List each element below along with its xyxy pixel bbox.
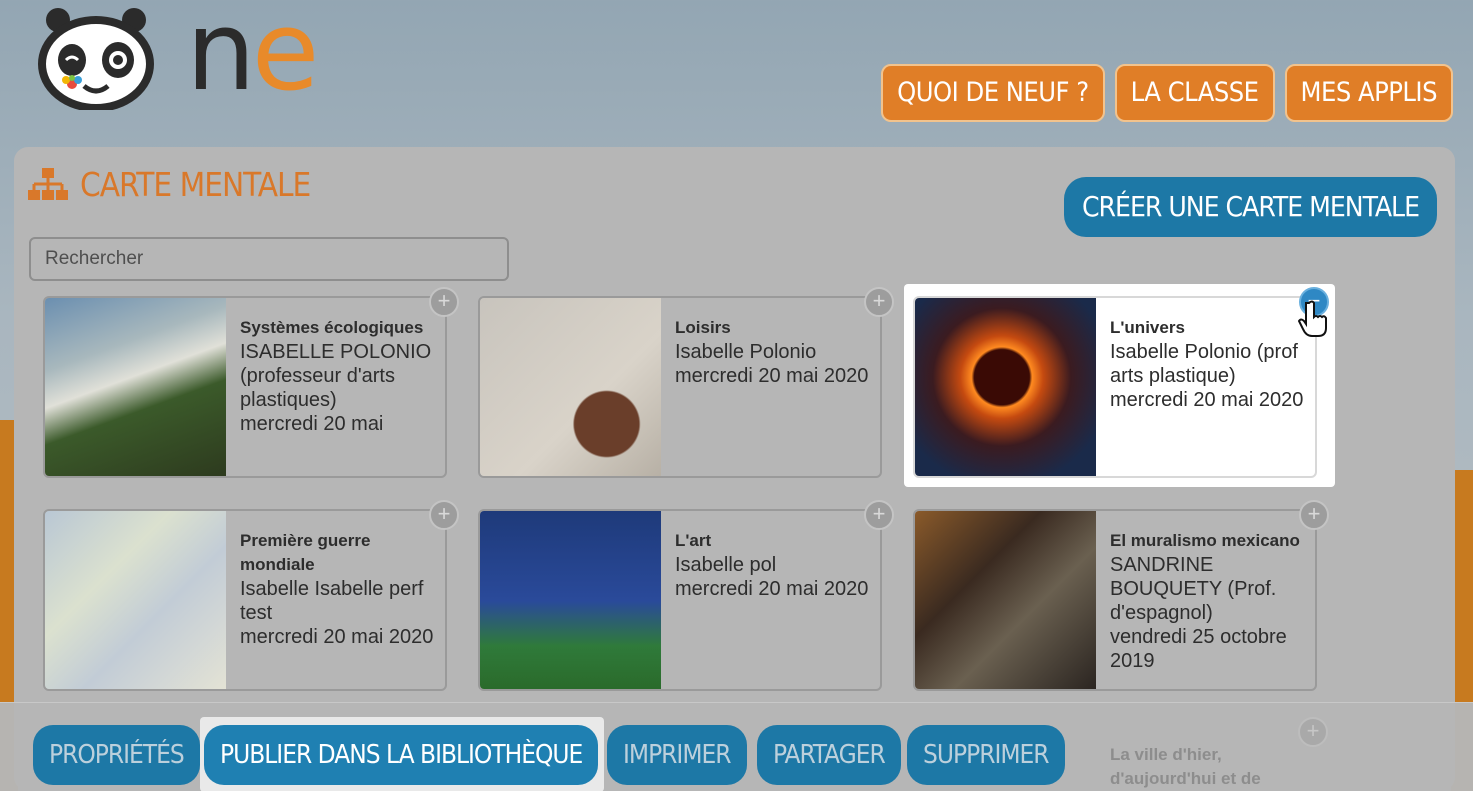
- card-title: L'univers: [1110, 318, 1185, 337]
- card-date: mercredi 20 mai: [240, 413, 384, 435]
- card-info: Systèmes écologiques ISABELLE POLONIO (p…: [240, 316, 440, 436]
- mindmap-card-systemes-ecologiques[interactable]: Systèmes écologiques ISABELLE POLONIO (p…: [43, 296, 447, 478]
- page-title: CARTE MENTALE: [28, 165, 311, 204]
- card-title: El muralismo mexicano: [1110, 531, 1300, 550]
- card-add-button[interactable]: +: [864, 287, 894, 317]
- publish-library-button[interactable]: PUBLIER DANS LA BIBLIOTHÈQUE: [204, 725, 599, 785]
- card-thumbnail: [915, 298, 1096, 476]
- mindmap-card-l-art[interactable]: L'art Isabelle pol mercredi 20 mai 2020: [478, 509, 882, 691]
- card-author: Isabelle Polonio: [675, 341, 817, 363]
- logo-wordmark: ne: [186, 0, 319, 115]
- card-add-button[interactable]: +: [1299, 500, 1329, 530]
- mindmap-card-l-univers[interactable]: L'univers Isabelle Polonio (prof arts pl…: [913, 296, 1317, 478]
- card-add-button[interactable]: +: [864, 500, 894, 530]
- card-date: mercredi 20 mai 2020: [240, 626, 434, 648]
- card-add-button[interactable]: +: [429, 287, 459, 317]
- card-author: SANDRINE BOUQUETY (Prof. d'espagnol): [1110, 554, 1277, 624]
- card-thumbnail: [45, 511, 226, 689]
- card-add-button[interactable]: +: [429, 500, 459, 530]
- card-date: vendredi 25 octobre 2019: [1110, 626, 1287, 672]
- hand-cursor-icon: [1298, 300, 1327, 337]
- nav-la-classe[interactable]: LA CLASSE: [1114, 64, 1275, 122]
- card-date: mercredi 20 mai 2020: [675, 578, 869, 600]
- card-title: Systèmes écologiques: [240, 318, 424, 337]
- panda-icon: [38, 8, 154, 112]
- card-thumbnail: [45, 298, 226, 476]
- card-info: Loisirs Isabelle Polonio mercredi 20 mai…: [675, 316, 875, 388]
- card-date: mercredi 20 mai 2020: [675, 365, 869, 387]
- top-navigation: QUOI DE NEUF ? LA CLASSE MES APPLIS: [881, 64, 1453, 122]
- card-title-partially-hidden: La ville d'hier, d'aujourd'hui et de: [1110, 745, 1261, 788]
- search-input[interactable]: [29, 237, 509, 281]
- card-thumbnail: [480, 298, 661, 476]
- card-info: L'univers Isabelle Polonio (prof arts pl…: [1110, 316, 1310, 412]
- sitemap-icon: [28, 167, 68, 200]
- one-logo[interactable]: ne: [36, 0, 336, 112]
- card-title: Première guerre mondiale: [240, 531, 371, 574]
- print-button[interactable]: IMPRIMER: [607, 725, 747, 785]
- page-title-text: CARTE MENTALE: [80, 165, 311, 204]
- card-title: Loisirs: [675, 318, 731, 337]
- card-thumbnail: [480, 511, 661, 689]
- main-panel: CARTE MENTALE CRÉER UNE CARTE MENTALE Sy…: [14, 147, 1455, 791]
- mindmap-card-el-muralismo-mexicano[interactable]: El muralismo mexicano SANDRINE BOUQUETY …: [913, 509, 1317, 691]
- create-mindmap-button[interactable]: CRÉER UNE CARTE MENTALE: [1063, 177, 1437, 237]
- card-thumbnail: [915, 511, 1096, 689]
- delete-button[interactable]: SUPPRIMER: [907, 725, 1065, 785]
- action-toolbar: La ville d'hier, d'aujourd'hui et de + P…: [0, 702, 1473, 791]
- share-button[interactable]: PARTAGER: [757, 725, 901, 785]
- card-author: ISABELLE POLONIO (professeur d'arts plas…: [240, 341, 432, 411]
- card-info: Première guerre mondiale Isabelle Isabel…: [240, 529, 440, 649]
- card-author: Isabelle Polonio (prof arts plastique): [1110, 341, 1298, 387]
- mindmap-card-loisirs[interactable]: Loisirs Isabelle Polonio mercredi 20 mai…: [478, 296, 882, 478]
- mindmap-card-premiere-guerre-mondiale[interactable]: Première guerre mondiale Isabelle Isabel…: [43, 509, 447, 691]
- nav-mes-applis[interactable]: MES APPLIS: [1284, 64, 1453, 122]
- card-info: L'art Isabelle pol mercredi 20 mai 2020: [675, 529, 875, 601]
- card-title: L'art: [675, 531, 712, 550]
- properties-button[interactable]: PROPRIÉTÉS: [33, 725, 200, 785]
- card-add-button-partially-hidden[interactable]: +: [1298, 717, 1328, 747]
- nav-quoi-de-neuf[interactable]: QUOI DE NEUF ?: [881, 64, 1105, 122]
- card-info: El muralismo mexicano SANDRINE BOUQUETY …: [1110, 529, 1310, 673]
- card-author: Isabelle pol: [675, 554, 777, 576]
- card-author: Isabelle Isabelle perf test: [240, 578, 424, 624]
- card-date: mercredi 20 mai 2020: [1110, 389, 1304, 411]
